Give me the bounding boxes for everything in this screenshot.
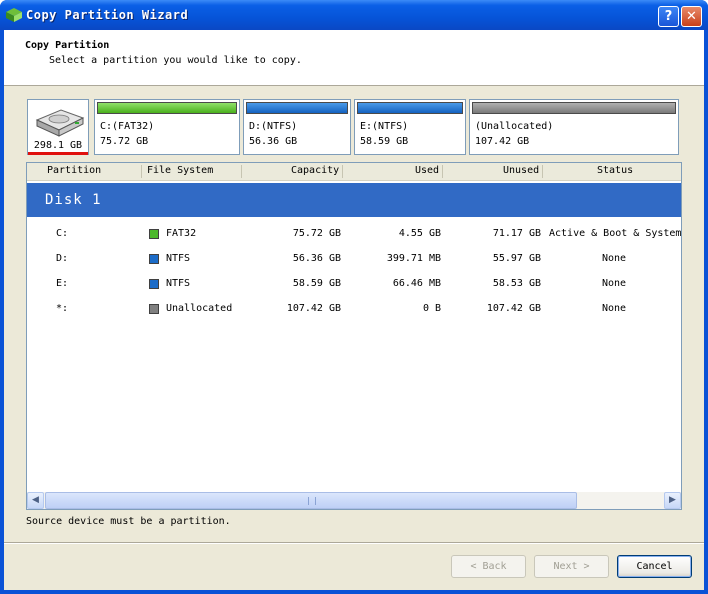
disk-map: 298.1 GB C:(FAT32) 75.72 GB D:(NTFS) 56.…: [27, 99, 679, 155]
close-button[interactable]: ✕: [681, 6, 702, 27]
column-header-used[interactable]: Used: [415, 165, 439, 176]
column-header-status[interactable]: Status: [597, 165, 633, 176]
cell-status: None: [602, 303, 627, 314]
dialog-body: Copy Partition Select a partition you wo…: [4, 30, 704, 590]
file-system-color-swatch: [149, 304, 159, 314]
cell-capacity: 56.36 GB: [292, 253, 341, 264]
partition-block-c[interactable]: C:(FAT32) 75.72 GB: [94, 99, 240, 155]
cell-status: Active & Boot & System: [549, 228, 682, 239]
partition-block-d[interactable]: D:(NTFS) 56.36 GB: [243, 99, 351, 155]
cell-capacity: 75.72 GB: [292, 228, 341, 239]
column-divider[interactable]: [542, 165, 543, 178]
partition-bar: [246, 102, 348, 114]
footer-divider: [4, 542, 704, 544]
partition-block-e[interactable]: E:(NTFS) 58.59 GB: [354, 99, 466, 155]
partition-name: C:(FAT32): [100, 121, 155, 132]
column-header-capacity[interactable]: Capacity: [291, 165, 339, 176]
window-title: Copy Partition Wizard: [26, 8, 189, 22]
partition-block-unallocated[interactable]: (Unallocated) 107.42 GB: [469, 99, 679, 155]
cancel-button[interactable]: Cancel: [617, 555, 692, 578]
page-subtitle: Select a partition you would like to cop…: [49, 55, 302, 66]
cell-partition: *:: [56, 303, 69, 314]
cell-used: 399.71 MB: [386, 253, 441, 264]
column-header-unused[interactable]: Unused: [503, 165, 539, 176]
disk-block[interactable]: 298.1 GB: [27, 99, 89, 155]
partition-bar: [97, 102, 237, 114]
cell-capacity: 58.59 GB: [292, 278, 341, 289]
status-message: Source device must be a partition.: [26, 516, 231, 527]
column-divider[interactable]: [241, 165, 242, 178]
partition-name: D:(NTFS): [249, 121, 298, 132]
cell-status: None: [602, 253, 627, 264]
title-bar[interactable]: Copy Partition Wizard ? ✕: [0, 0, 708, 30]
file-system-color-swatch: [149, 254, 159, 264]
cell-unused: 107.42 GB: [486, 303, 541, 314]
cell-used: 4.55 GB: [398, 228, 441, 239]
cell-status: None: [602, 278, 627, 289]
cell-file-system: NTFS: [166, 278, 191, 289]
column-header-file-system[interactable]: File System: [147, 165, 213, 176]
cell-capacity: 107.42 GB: [286, 303, 341, 314]
cell-file-system: FAT32: [166, 228, 197, 239]
table-row[interactable]: E: NTFS 58.59 GB 66.46 MB 58.53 GB None: [27, 271, 681, 296]
hard-disk-icon: [35, 109, 85, 137]
cell-partition: D:: [56, 253, 69, 264]
disk-size-label: 298.1 GB: [33, 140, 83, 151]
cell-unused: 58.53 GB: [492, 278, 541, 289]
table-row[interactable]: *: Unallocated 107.42 GB 0 B 107.42 GB N…: [27, 296, 681, 321]
header-panel: Copy Partition Select a partition you wo…: [4, 30, 704, 86]
cell-file-system: NTFS: [166, 253, 191, 264]
list-header: Partition File System Capacity Used Unus…: [27, 163, 681, 181]
cell-used: 0 B: [422, 303, 441, 314]
horizontal-scrollbar[interactable]: ◀ ▶: [27, 492, 681, 509]
file-system-color-swatch: [149, 229, 159, 239]
cell-file-system: Unallocated: [166, 303, 233, 314]
table-row[interactable]: D: NTFS 56.36 GB 399.71 MB 55.97 GB None: [27, 246, 681, 271]
scroll-thumb[interactable]: [45, 492, 577, 509]
partition-bar: [472, 102, 676, 114]
partition-bar: [357, 102, 463, 114]
cell-partition: C:: [56, 228, 69, 239]
cell-unused: 55.97 GB: [492, 253, 541, 264]
disk-selection-bar: [28, 152, 88, 155]
disk-row[interactable]: Disk 1: [27, 183, 681, 217]
partition-list[interactable]: Partition File System Capacity Used Unus…: [26, 162, 682, 510]
partition-capacity: 107.42 GB: [475, 136, 530, 147]
page-title: Copy Partition: [25, 40, 110, 51]
column-divider[interactable]: [442, 165, 443, 178]
wizard-icon: [6, 8, 22, 22]
scroll-right-arrow-icon[interactable]: ▶: [664, 492, 681, 509]
partition-capacity: 58.59 GB: [360, 136, 409, 147]
copy-partition-window: Copy Partition Wizard ? ✕ Copy Partition…: [0, 0, 708, 594]
column-divider[interactable]: [141, 165, 142, 178]
file-system-color-swatch: [149, 279, 159, 289]
column-header-partition[interactable]: Partition: [47, 165, 101, 176]
scroll-left-arrow-icon[interactable]: ◀: [27, 492, 44, 509]
next-button[interactable]: Next >: [534, 555, 609, 578]
partition-name: E:(NTFS): [360, 121, 409, 132]
partition-name: (Unallocated): [475, 121, 554, 132]
back-button[interactable]: < Back: [451, 555, 526, 578]
cell-partition: E:: [56, 278, 69, 289]
cell-unused: 71.17 GB: [492, 228, 541, 239]
column-divider[interactable]: [342, 165, 343, 178]
partition-capacity: 56.36 GB: [249, 136, 298, 147]
disk-label: Disk 1: [45, 192, 102, 208]
help-button[interactable]: ?: [658, 6, 679, 27]
scroll-grip-icon: [308, 497, 316, 505]
table-row[interactable]: C: FAT32 75.72 GB 4.55 GB 71.17 GB Activ…: [27, 221, 681, 246]
partition-capacity: 75.72 GB: [100, 136, 149, 147]
cell-used: 66.46 MB: [392, 278, 441, 289]
